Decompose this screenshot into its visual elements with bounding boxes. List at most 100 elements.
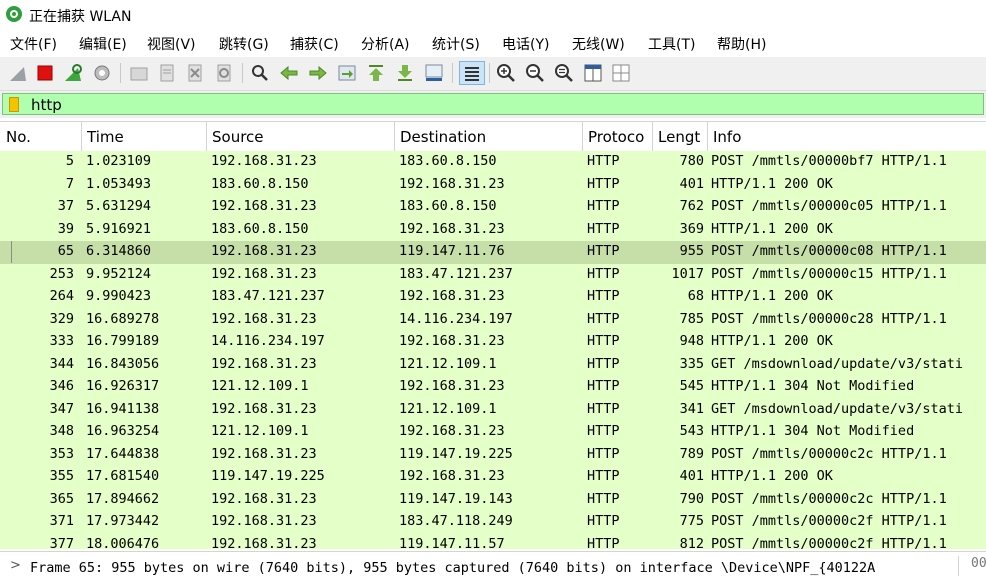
menu-go[interactable]: 跳转(G) [219, 34, 269, 54]
stop-capture-icon[interactable] [35, 63, 55, 83]
packet-cell-dst: 192.168.31.23 [399, 220, 505, 237]
packet-row[interactable]: 371 17.973442 192.168.31.23 183.47.118.249 H… [0, 511, 986, 534]
packet-row[interactable]: 346 16.926317 121.12.109.1 192.168.31.23 HTT… [0, 376, 986, 399]
open-file-icon[interactable] [129, 63, 149, 83]
packet-cell-info: GET /msdownload/update/v3/stati [711, 400, 963, 417]
close-file-icon[interactable] [185, 63, 205, 83]
packet-cell-src: 121.12.109.1 [211, 423, 309, 439]
packet-row[interactable]: 353 17.644838 192.168.31.23 119.147.19.225 H… [0, 444, 986, 467]
menu-telephony[interactable]: 电话(Y) [502, 34, 549, 54]
menu-edit[interactable]: 编辑(E) [79, 34, 127, 54]
find-packet-icon[interactable] [250, 63, 270, 83]
restart-capture-icon[interactable] [63, 63, 83, 83]
column-header-no[interactable]: No. [6, 128, 31, 146]
go-first-icon[interactable] [366, 63, 386, 83]
column-divider[interactable] [81, 122, 82, 151]
packet-cell-len: 545 [679, 378, 704, 394]
frame-detail-line[interactable]: Frame 65: 955 bytes on wire (7640 bits),… [30, 560, 950, 576]
bytes-pane-preview: 00 [958, 556, 986, 576]
packet-list[interactable]: 5 1.023109 192.168.31.23 183.60.8.150 HTTP 78… [0, 151, 986, 549]
column-divider[interactable] [707, 122, 708, 151]
packet-cell-proto: HTTP [587, 265, 620, 282]
column-header-info[interactable]: Info [713, 128, 741, 146]
packet-cell-time: 1.023109 [86, 153, 152, 169]
normal-size-icon[interactable] [554, 63, 574, 83]
packet-row[interactable]: 329 16.689278 192.168.31.23 14.116.234.197 H… [0, 309, 986, 332]
packet-cell-dst: 119.147.11.76 [399, 243, 505, 259]
packet-row[interactable]: 264 9.990423 183.47.121.237 192.168.31.23 HT… [0, 286, 986, 309]
go-back-icon[interactable] [279, 63, 299, 83]
column-divider[interactable] [206, 122, 207, 151]
column-divider[interactable] [652, 122, 653, 151]
packet-cell-time: 16.926317 [86, 378, 160, 394]
packet-row[interactable]: 7 1.053493 183.60.8.150 192.168.31.23 HTTP 40… [0, 174, 986, 197]
zoom-out-icon[interactable] [525, 63, 545, 83]
menu-analyze[interactable]: 分析(A) [361, 34, 410, 54]
menu-help[interactable]: 帮助(H) [717, 34, 766, 54]
menu-statistics[interactable]: 统计(S) [432, 34, 480, 54]
packet-cell-dst: 14.116.234.197 [399, 310, 513, 327]
display-filter-bar: http [0, 91, 986, 118]
column-header-time[interactable]: Time [87, 128, 124, 146]
packet-row[interactable]: 377 18.006476 192.168.31.23 119.147.11.57 HT… [0, 534, 986, 550]
packet-row[interactable]: 333 16.799189 14.116.234.197 192.168.31.23 H… [0, 331, 986, 354]
packet-cell-src: 183.60.8.150 [211, 175, 309, 192]
packet-cell-info: HTTP/1.1 200 OK [711, 288, 833, 304]
packet-row[interactable]: 355 17.681540 119.147.19.225 192.168.31.23 H… [0, 466, 986, 489]
resize-columns-icon[interactable] [583, 63, 603, 83]
packet-row[interactable]: 347 16.941138 192.168.31.23 121.12.109.1 HTT… [0, 399, 986, 422]
packet-cell-proto: HTTP [587, 400, 620, 417]
reload-file-icon[interactable] [214, 63, 234, 83]
packet-cell-proto: HTTP [587, 333, 620, 349]
packet-cell-proto: HTTP [587, 490, 620, 507]
column-divider[interactable] [394, 122, 395, 151]
zoom-in-icon[interactable] [496, 63, 516, 83]
auto-scroll-icon[interactable] [424, 63, 444, 83]
column-divider[interactable] [582, 122, 583, 151]
packet-row[interactable]: 365 17.894662 192.168.31.23 119.147.19.143 H… [0, 489, 986, 512]
packet-cell-proto: HTTP [587, 513, 620, 529]
capture-options-icon[interactable] [92, 63, 112, 83]
packet-cell-proto: HTTP [587, 310, 620, 327]
toolbar-separator [242, 63, 243, 83]
colorize-icon[interactable] [459, 61, 485, 85]
packet-row[interactable]: 65 6.314860 192.168.31.23 119.147.11.76 HTTP… [0, 241, 986, 264]
packet-cell-src: 192.168.31.23 [211, 198, 317, 214]
save-file-icon[interactable] [157, 63, 177, 83]
packet-cell-time: 17.644838 [86, 445, 160, 462]
column-header-protocol[interactable]: Protoco [588, 128, 650, 146]
packet-row[interactable]: 5 1.023109 192.168.31.23 183.60.8.150 HTTP 78… [0, 151, 986, 174]
menu-file[interactable]: 文件(F) [10, 34, 57, 54]
column-header-destination[interactable]: Destination [400, 128, 486, 146]
packet-cell-proto: HTTP [587, 355, 620, 372]
packet-cell-no: 347 [49, 400, 74, 417]
menu-wireless[interactable]: 无线(W) [572, 34, 625, 54]
packet-row[interactable]: 253 9.952124 192.168.31.23 183.47.121.237 HT… [0, 264, 986, 287]
menu-view[interactable]: 视图(V) [147, 34, 196, 54]
packet-row[interactable]: 348 16.963254 121.12.109.1 192.168.31.23 HTT… [0, 421, 986, 444]
go-to-packet-icon[interactable] [337, 63, 357, 83]
packet-cell-dst: 183.47.121.237 [399, 265, 513, 282]
packet-row[interactable]: 37 5.631294 192.168.31.23 183.60.8.150 HTTP 7… [0, 196, 986, 219]
layout-icon[interactable] [611, 63, 631, 83]
menu-capture[interactable]: 捕获(C) [290, 34, 339, 54]
bookmark-icon[interactable] [9, 97, 19, 112]
shark-fin-start-icon[interactable] [8, 63, 28, 83]
display-filter-input[interactable]: http [2, 93, 984, 115]
packet-cell-dst: 192.168.31.23 [399, 288, 505, 304]
packet-cell-proto: HTTP [587, 175, 620, 192]
packet-row[interactable]: 344 16.843056 192.168.31.23 121.12.109.1 HTT… [0, 354, 986, 377]
menu-tools[interactable]: 工具(T) [648, 34, 695, 54]
packet-row[interactable]: 39 5.916921 183.60.8.150 192.168.31.23 HTTP 3… [0, 219, 986, 242]
column-header-source[interactable]: Source [212, 128, 264, 146]
column-header-length[interactable]: Lengt [658, 128, 704, 146]
go-forward-icon[interactable] [308, 63, 328, 83]
go-last-icon[interactable] [395, 63, 415, 83]
packet-cell-info: POST /mmtls/00000c28 HTTP/1.1 [711, 310, 947, 327]
packet-cell-time: 16.843056 [86, 355, 160, 372]
packet-cell-len: 401 [679, 468, 704, 484]
packet-cell-dst: 192.168.31.23 [399, 468, 505, 484]
packet-cell-no: 65 [57, 243, 74, 259]
expand-chevron-icon[interactable]: > [10, 558, 21, 573]
packet-cell-dst: 192.168.31.23 [399, 333, 505, 349]
